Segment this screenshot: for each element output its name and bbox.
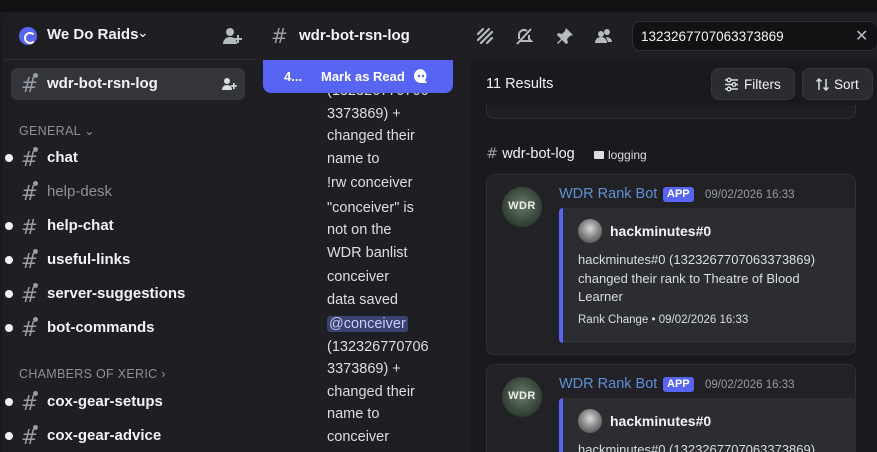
server-logo-icon [19,27,37,45]
message-author[interactable]: WDR Rank Bot [559,376,657,392]
embed-author-avatar [578,219,602,243]
channel-sidebar: We Do Raids ⌄ # wdr-bot-rsn-log GENERAL … [3,12,255,452]
message-content: (1323267707063373869) +changed theirname… [327,83,429,445]
channel-label: server-suggestions [47,285,186,302]
channel-label: help-desk [47,183,113,200]
message-embed: hackminutes#0 hackminutes#0 (13232677070… [559,398,856,452]
bot-avatar[interactable]: WDR [502,187,542,227]
text-channel-icon: # [21,391,38,415]
unread-indicator [5,290,13,298]
unread-indicator [5,154,13,162]
embed-author: hackminutes#0 [610,223,712,239]
search-input[interactable]: 1323267707063373869 ✕ [632,21,877,51]
server-name: We Do Raids [47,26,139,43]
unread-indicator [5,222,13,230]
channel-header: # wdr-bot-rsn-log [255,12,471,60]
text-channel-icon: # [21,283,38,307]
user-mention[interactable]: @conceiver [327,316,408,332]
sidebar-item-wdr-bot-rsn-log[interactable]: # wdr-bot-rsn-log [11,68,245,100]
sidebar-item-bot-commands[interactable]: # bot-commands [5,312,245,344]
message-timestamp: 09/02/2026 16:33 [705,379,795,391]
invite-icon[interactable] [221,76,237,92]
sidebar-item-chat[interactable]: # chat [5,142,245,174]
member-list-icon[interactable] [594,26,614,46]
channel-label: chat [47,149,78,166]
notification-muted-icon[interactable] [514,26,534,46]
unread-indicator [5,398,13,406]
sort-button[interactable]: Sort [802,68,873,100]
sidebar-item-help-chat[interactable]: # help-chat [5,210,245,242]
text-channel-icon: # [21,249,38,273]
channel-label: bot-commands [47,319,155,336]
filters-icon [725,77,738,92]
embed-footer: Rank Change • 09/02/2026 16:33 [578,314,749,326]
search-result-card[interactable]: WDR WDR Rank Bot APP 09/02/2026 16:33 ha… [486,364,856,452]
text-channel-icon: # [21,147,38,171]
unread-indicator [5,256,13,264]
results-count: 11 Results [486,76,554,92]
search-result-card[interactable]: WDR WDR Rank Bot APP 09/02/2026 16:33 ha… [486,174,856,355]
sidebar-item-help-desk[interactable]: # help-desk [11,176,245,208]
filters-label: Filters [744,77,781,92]
embed-description: hackminutes#0 (1323267707063373869) chan… [578,252,816,304]
text-channel-icon: # [21,181,38,205]
text-channel-icon: # [21,317,38,341]
unread-indicator [5,324,13,332]
bot-avatar[interactable]: WDR [502,377,542,417]
category-chambers-of-xeric[interactable]: CHAMBERS OF XERIC › [19,367,166,381]
embed-description: hackminutes#0 (1323267707063373869) [578,442,816,452]
sidebar-item-server-suggestions[interactable]: # server-suggestions [5,278,245,310]
mark-read-icon [414,69,427,83]
sort-icon [815,77,830,92]
sidebar-item-cox-gear-advice[interactable]: # cox-gear-advice [5,420,245,452]
result-group-category: logging [594,148,647,162]
filters-button[interactable]: Filters [711,68,795,100]
category-general[interactable]: GENERAL ⌄ [19,123,95,138]
text-channel-icon: # [21,215,38,239]
header-toolbar: 1323267707063373869 ✕ [471,12,877,60]
new-messages-count: 4... [284,69,303,84]
threads-icon[interactable] [475,26,495,46]
message-embed: hackminutes#0 hackminutes#0 (13232677070… [559,208,856,343]
pinned-messages-icon[interactable] [555,26,575,46]
mark-as-read-button[interactable]: Mark as Read [321,69,405,84]
result-group-channel[interactable]: # wdr-bot-log [486,146,575,162]
embed-author-avatar [578,409,602,433]
unread-indicator [5,432,13,440]
clear-search-icon[interactable]: ✕ [855,26,868,46]
message-author[interactable]: WDR Rank Bot [559,186,657,202]
text-channel-icon: # [21,73,38,97]
search-query[interactable]: 1323267707063373869 [641,29,784,44]
server-header[interactable]: We Do Raids ⌄ [3,12,255,60]
channel-label: useful-links [47,251,131,268]
channel-title: wdr-bot-rsn-log [299,27,410,44]
sidebar-item-cox-gear-setups[interactable]: # cox-gear-setups [5,386,245,418]
channel-label: cox-gear-setups [47,393,163,410]
title-bar [0,0,877,12]
channel-label: help-chat [47,217,114,234]
sort-label: Sort [834,77,859,92]
text-channel-icon: # [486,146,499,162]
mark-as-read-bar[interactable]: 4... Mark as Read [263,60,453,93]
message-timestamp: 09/02/2026 16:33 [705,189,795,201]
sidebar-item-useful-links[interactable]: # useful-links [5,244,245,276]
message-pane: # wdr-bot-rsn-log (1323267707063373869) … [255,12,471,452]
chevron-down-icon[interactable]: ⌄ [137,24,149,41]
search-results-panel: 11 Results Filters Sort # wdr-bot-log lo… [471,60,877,452]
channel-label: wdr-bot-rsn-log [47,75,158,92]
embed-author: hackminutes#0 [610,413,712,429]
app-badge: APP [663,187,694,202]
text-channel-icon: # [271,24,288,48]
app-badge: APP [663,377,694,392]
text-channel-icon: # [21,425,38,449]
previous-result-card [486,105,856,119]
channel-label: cox-gear-advice [47,427,162,444]
invite-people-icon[interactable] [221,25,243,47]
